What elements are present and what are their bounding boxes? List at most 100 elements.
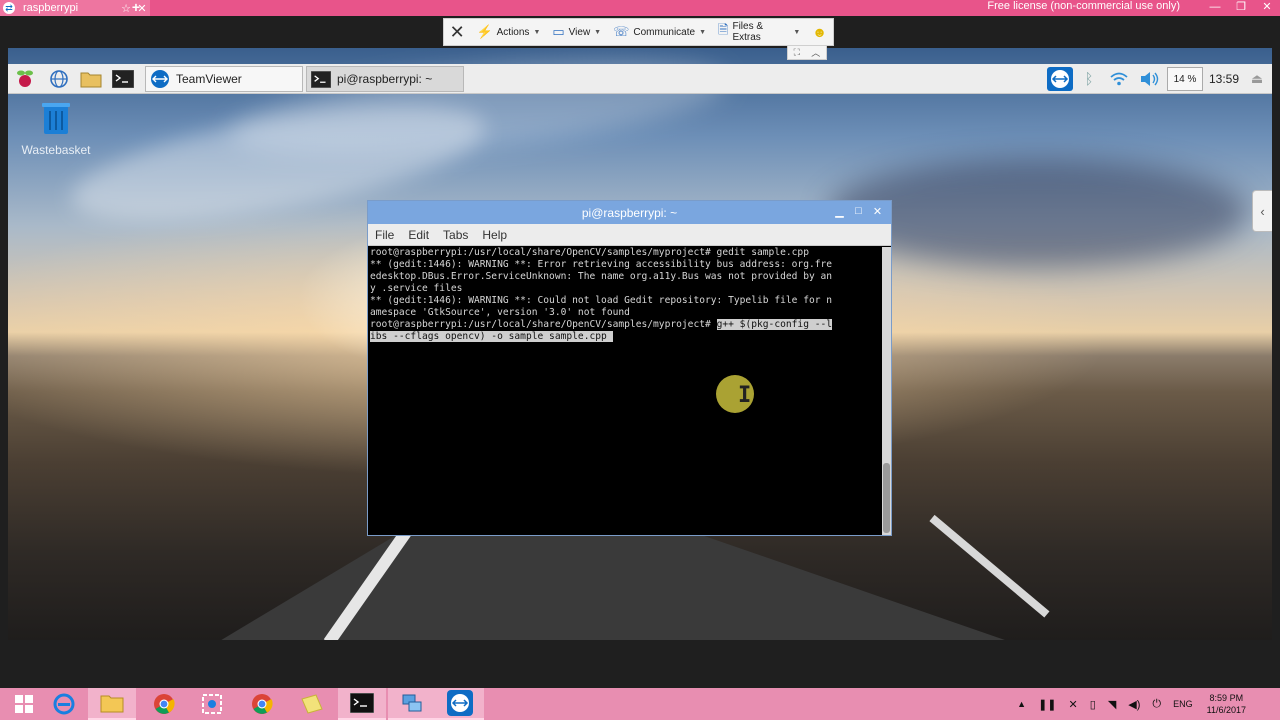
terminal-window: pi@raspberrypi: ~ ▁ □ ✕ File Edit Tabs H…: [367, 200, 892, 536]
chevron-down-icon: ▼: [533, 28, 541, 36]
taskbar-terminal[interactable]: pi@raspberrypi: ~: [306, 66, 464, 92]
teamviewer-icon: ⇄: [3, 2, 15, 14]
chevron-up-icon[interactable]: ▲: [1017, 699, 1026, 709]
prompt: root@raspberrypi:/usr/local/share/OpenCV…: [370, 319, 717, 330]
panel-clock[interactable]: 13:59: [1206, 67, 1242, 91]
terminal-menubar: File Edit Tabs Help: [368, 224, 891, 246]
close-icon[interactable]: ✕: [868, 205, 887, 218]
pin-icon[interactable]: ⛶: [794, 47, 800, 58]
minimize-icon[interactable]: ▁: [830, 205, 849, 218]
minimize-button[interactable]: —: [1202, 0, 1228, 16]
clock-date: 11/6/2017: [1206, 705, 1246, 715]
cmd-icon[interactable]: [338, 688, 386, 720]
teamviewer-remote-toolbar: ✕ ⚡ Actions ▼ ▭ View ▼ ☏ Communicate ▼ 🗎…: [443, 18, 834, 46]
terminal-scrollbar[interactable]: [882, 247, 891, 535]
web-browser-icon[interactable]: [46, 67, 72, 91]
terminal-prompt-line-cont: ibs --cflags opencv) -o sample sample.cp…: [370, 331, 882, 343]
file-icon: 🗎: [718, 22, 729, 37]
terminal-output[interactable]: root@raspberrypi:/usr/local/share/OpenCV…: [370, 247, 882, 533]
task-label: pi@raspberrypi: ~: [337, 72, 433, 86]
wastebasket-desktop-icon[interactable]: Wastebasket: [18, 100, 94, 157]
actions-menu[interactable]: ⚡ Actions ▼: [470, 18, 546, 46]
snipping-tool-icon[interactable]: [188, 688, 236, 720]
windows-system-tray: ▲ ❚❚ ✕ ▯ ◥ ◀) ⏻ ENG 8:59 PM 11/6/2017: [1011, 688, 1280, 720]
pause-icon[interactable]: ❚❚: [1038, 698, 1056, 711]
communicate-label: Communicate: [633, 26, 696, 38]
scrollbar-thumb[interactable]: [883, 463, 890, 533]
raspberry-menu-icon[interactable]: [12, 67, 38, 91]
terminal-line: edesktop.DBus.Error.ServiceUnknown: The …: [370, 271, 833, 282]
view-menu[interactable]: ▭ View ▼: [546, 18, 607, 46]
chevron-down-icon: ▼: [699, 28, 707, 36]
terminal-line: ** (gedit:1446): WARNING **: Could not l…: [370, 295, 833, 306]
internet-explorer-icon[interactable]: [40, 688, 88, 720]
terminal-line: root@raspberrypi:/usr/local/share/OpenCV…: [370, 247, 809, 258]
network-tool-icon[interactable]: [388, 688, 436, 720]
chrome-icon[interactable]: [140, 688, 188, 720]
wifi-icon[interactable]: [1108, 67, 1130, 91]
terminal-prompt-line: root@raspberrypi:/usr/local/share/OpenCV…: [370, 319, 882, 331]
language-indicator[interactable]: ENG: [1173, 699, 1193, 709]
close-session-icon[interactable]: ✕: [444, 22, 470, 43]
selected-command: g++ $(pkg-config --l: [716, 319, 833, 330]
selected-command-cont: ibs --cflags opencv) -o sample sample.cp…: [370, 331, 613, 342]
task-label: TeamViewer: [176, 72, 242, 86]
toolbar-pin-controls: ⛶ ︿: [787, 46, 827, 60]
smiley-icon: ☻: [812, 24, 827, 40]
chrome-icon[interactable]: [238, 688, 286, 720]
device-icon[interactable]: ▯: [1090, 698, 1096, 711]
terminal-launcher-icon[interactable]: [110, 67, 136, 91]
actions-label: Actions: [496, 26, 530, 38]
terminal-line: amespace 'GtkSource', version '3.0' not …: [370, 307, 630, 318]
terminal-titlebar[interactable]: pi@raspberrypi: ~ ▁ □ ✕: [368, 201, 891, 224]
communicate-menu[interactable]: ☏ Communicate ▼: [607, 18, 712, 46]
terminal-line: y .service files: [370, 283, 463, 294]
teamviewer-icon: [150, 69, 170, 89]
pi-top-panel: TeamViewer pi@raspberrypi: ~ ᛒ 14 % 13:5…: [8, 64, 1272, 94]
network-icon[interactable]: ⏻: [1152, 698, 1161, 711]
clock-time: 8:59 PM: [1209, 693, 1244, 703]
chevron-down-icon: ▼: [594, 28, 602, 36]
collapse-toolbar-icon[interactable]: ︿: [811, 46, 820, 59]
lightning-icon: ⚡: [476, 24, 493, 39]
close-button[interactable]: ✕: [1254, 0, 1280, 16]
volume-icon[interactable]: [1138, 67, 1162, 91]
side-panel-handle[interactable]: ‹: [1252, 190, 1272, 232]
cpu-monitor: 14 %: [1167, 67, 1203, 91]
file-explorer-icon[interactable]: [88, 688, 136, 720]
files-extras-menu[interactable]: 🗎 Files & Extras ▼: [712, 18, 806, 46]
terminal-title: pi@raspberrypi: ~: [581, 205, 678, 220]
feedback-button[interactable]: ☻: [806, 18, 833, 46]
sticky-notes-icon[interactable]: [288, 688, 336, 720]
restore-button[interactable]: ❐: [1228, 0, 1254, 16]
file-manager-icon[interactable]: [78, 67, 104, 91]
wastebasket-label: Wastebasket: [21, 143, 91, 157]
view-label: View: [568, 26, 591, 38]
menu-tabs[interactable]: Tabs: [436, 228, 475, 242]
windows-clock[interactable]: 8:59 PM 11/6/2017: [1207, 692, 1246, 716]
onedrive-off-icon[interactable]: ✕: [1069, 698, 1078, 711]
maximize-icon[interactable]: □: [849, 205, 868, 218]
teamviewer-titlebar: ⇄ raspberrypi ☆ ✕ + Free license (non-co…: [0, 0, 1280, 16]
menu-file[interactable]: File: [368, 228, 401, 242]
license-text: Free license (non-commercial use only): [987, 0, 1180, 12]
wifi-icon[interactable]: ◥: [1108, 698, 1116, 711]
chevron-down-icon: ▼: [793, 28, 801, 36]
bluetooth-icon[interactable]: ᛒ: [1078, 67, 1100, 91]
phone-icon: ☏: [613, 24, 630, 39]
menu-help[interactable]: Help: [475, 228, 514, 242]
menu-edit[interactable]: Edit: [401, 228, 436, 242]
monitor-icon: ▭: [552, 24, 565, 39]
volume-icon[interactable]: ◀): [1128, 698, 1140, 711]
chevron-left-icon: ‹: [1260, 203, 1265, 219]
terminal-icon: [311, 69, 331, 89]
text-cursor-icon: I: [738, 383, 752, 408]
files-extras-label: Files & Extras: [732, 21, 764, 43]
new-tab-button[interactable]: +: [128, 0, 144, 15]
teamviewer-tray-icon[interactable]: [1046, 67, 1074, 91]
windows-taskbar: ▲ ❚❚ ✕ ▯ ◥ ◀) ⏻ ENG 8:59 PM 11/6/2017: [0, 688, 1280, 720]
trash-icon: [42, 103, 70, 134]
eject-icon[interactable]: ⏏: [1246, 67, 1268, 91]
taskbar-teamviewer[interactable]: TeamViewer: [145, 66, 303, 92]
teamviewer-taskbar-icon[interactable]: [436, 688, 484, 720]
